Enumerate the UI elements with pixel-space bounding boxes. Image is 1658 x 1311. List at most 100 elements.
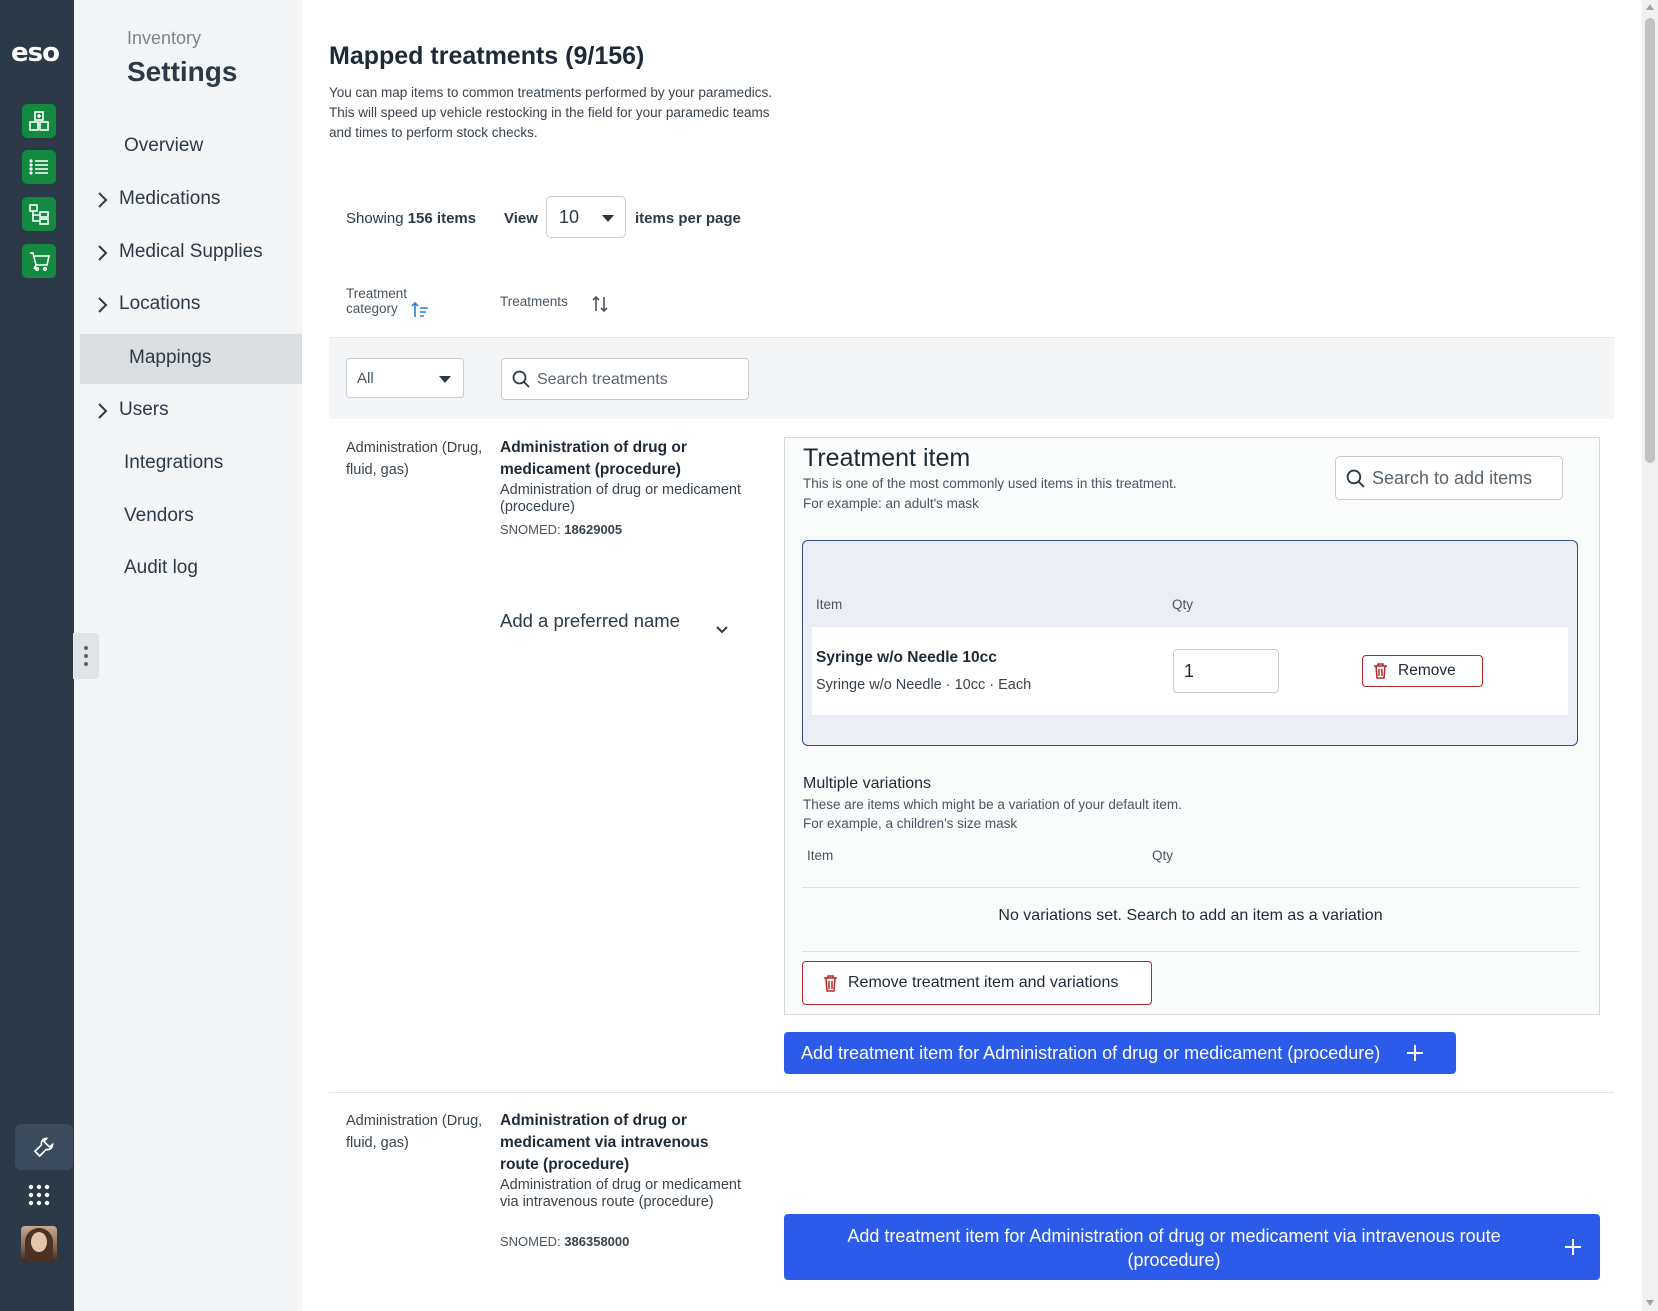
column-header-treatments: Treatments [500,294,568,309]
chevron-right-icon [98,245,108,261]
hierarchy-icon[interactable] [22,197,56,231]
app-rail: eso [0,0,74,1311]
sidebar-item-mappings[interactable]: Mappings [80,334,302,384]
sidebar-item-label: Audit log [124,557,198,578]
treatment-snomed: SNOMED: 18629005 [500,522,622,537]
sidebar-item-locations[interactable]: Locations [74,280,302,330]
add-treatment-item-label: Add treatment item for Administration of… [847,1226,1501,1270]
sidebar-item-label: Vendors [124,505,194,526]
treatment-item-example-line: For example: an adult's mask [803,496,979,511]
add-treatment-item-label: Add treatment item for Administration of… [801,1043,1381,1063]
sidebar-item-label: Mappings [129,347,212,368]
treatment-snomed: SNOMED: 386358000 [500,1234,629,1249]
treatment-description: Administration of drug or medicament via… [500,1177,741,1210]
column-header-item: Item [816,597,843,612]
trash-icon [824,974,837,992]
chevron-right-icon [98,297,108,313]
view-label: View [504,210,538,227]
main-content: Mapped treatments (9/156) You can map it… [302,0,1642,1311]
scroll-down-icon[interactable] [1646,1300,1654,1306]
remove-label: Remove [1398,662,1456,679]
treatment-name: Administration of drug or medicament via… [500,1112,709,1173]
remove-treatment-item-button[interactable]: Remove treatment item and variations [802,961,1152,1005]
snomed-code: 386358000 [564,1234,630,1249]
sidebar-item-users[interactable]: Users [74,386,302,436]
sidebar-item-medical-supplies[interactable]: Medical Supplies [74,228,302,278]
sidebar-item-overview[interactable]: Overview [74,122,302,172]
scrollbar[interactable] [1642,0,1658,1311]
variations-empty-state: No variations set. Search to add an item… [998,907,1383,924]
sidebar-item-integrations[interactable]: Integrations [74,439,302,489]
sidebar-item-vendors[interactable]: Vendors [74,492,302,542]
eso-logo: eso [11,38,60,68]
caret-down-icon [602,215,614,222]
filter-bar: All Search treatments [329,337,1614,419]
row-category: Administration (Drug, fluid, gas) [346,440,483,478]
row-category: Administration (Drug, fluid, gas) [346,1113,483,1151]
sidebar-item-label: Users [119,399,169,420]
treatment-item-title: Treatment item [803,444,971,472]
trash-icon [1374,663,1387,679]
snomed-label: SNOMED: [500,522,561,537]
wrench-icon[interactable] [15,1124,73,1170]
chevron-right-icon [98,192,108,208]
remove-treatment-item-label: Remove treatment item and variations [848,974,1119,991]
sidebar-item-label: Medications [119,188,221,209]
avatar[interactable] [21,1226,57,1262]
variations-title: Multiple variations [803,775,932,792]
category-filter-value: All [357,370,374,387]
divider [802,887,1579,888]
showing-prefix: Showing [346,210,404,227]
inventory-grid-icon[interactable] [22,104,56,138]
chevron-down-icon[interactable] [714,622,730,638]
search-treatments-placeholder: Search treatments [537,371,668,388]
scroll-up-icon[interactable] [1646,4,1654,10]
quantity-input[interactable]: 1 [1173,649,1279,693]
category-filter-select[interactable]: All [346,358,464,398]
search-add-items-input[interactable]: Search to add items [1335,456,1563,500]
chevron-right-icon [98,403,108,419]
sidebar-resize-handle[interactable] [73,633,99,679]
treatment-name: Administration of drug or medicament (pr… [500,439,687,478]
app-grid-icon[interactable] [24,1180,54,1210]
column-header-qty: Qty [1172,597,1194,612]
variations-description: These are items which might be a variati… [803,795,1182,833]
preferred-name-toggle[interactable]: Add a preferred name [500,610,730,632]
sidebar-subtitle: Inventory [127,28,202,48]
divider [802,951,1579,952]
treatment-item-description-line: This is one of the most commonly used it… [803,476,1177,491]
add-treatment-item-button[interactable]: Add treatment item for Administration of… [784,1032,1456,1074]
sidebar-item-label: Integrations [124,452,224,473]
plus-icon [1565,1239,1581,1255]
showing-total: 156 items [407,210,477,227]
sidebar-item-audit-log[interactable]: Audit log [74,544,302,594]
treatment-item-table: Item Qty Syringe w/o Needle 10cc Syringe… [802,540,1578,746]
plus-icon [1407,1045,1423,1061]
snomed-code: 18629005 [564,522,623,537]
settings-sidebar: Inventory Settings Overview Medications … [74,0,302,1311]
search-treatments-input[interactable]: Search treatments [501,358,749,400]
column-header-category: Treatment category [346,286,408,316]
item-details: Syringe w/o Needle · 10cc · Each [816,677,1032,693]
page-description: You can map items to common treatments p… [329,85,772,140]
sort-ascending-icon[interactable] [411,301,429,318]
sidebar-item-label: Overview [124,135,204,156]
cart-icon[interactable] [22,244,56,278]
row-divider [329,1092,1614,1093]
treatment-description: Administration of drug or medicament (pr… [500,482,741,515]
showing-count: Showing 156 items [346,210,476,227]
sort-icon[interactable] [592,295,608,313]
snomed-label: SNOMED: [500,1234,561,1249]
remove-item-button[interactable]: Remove [1362,655,1483,687]
sidebar-item-medications[interactable]: Medications [74,175,302,225]
variations-example-line: For example, a children's size mask [803,816,1018,831]
per-page-label: items per page [635,210,741,227]
per-page-value: 10 [559,206,580,227]
search-add-items-placeholder: Search to add items [1372,468,1533,488]
caret-down-icon [439,376,451,383]
treatment-item-description: This is one of the most commonly used it… [803,474,1177,514]
list-icon[interactable] [22,150,56,184]
per-page-select[interactable]: 10 [546,196,626,238]
scrollbar-thumb[interactable] [1645,18,1655,463]
add-treatment-item-button[interactable]: Add treatment item for Administration of… [784,1214,1600,1280]
